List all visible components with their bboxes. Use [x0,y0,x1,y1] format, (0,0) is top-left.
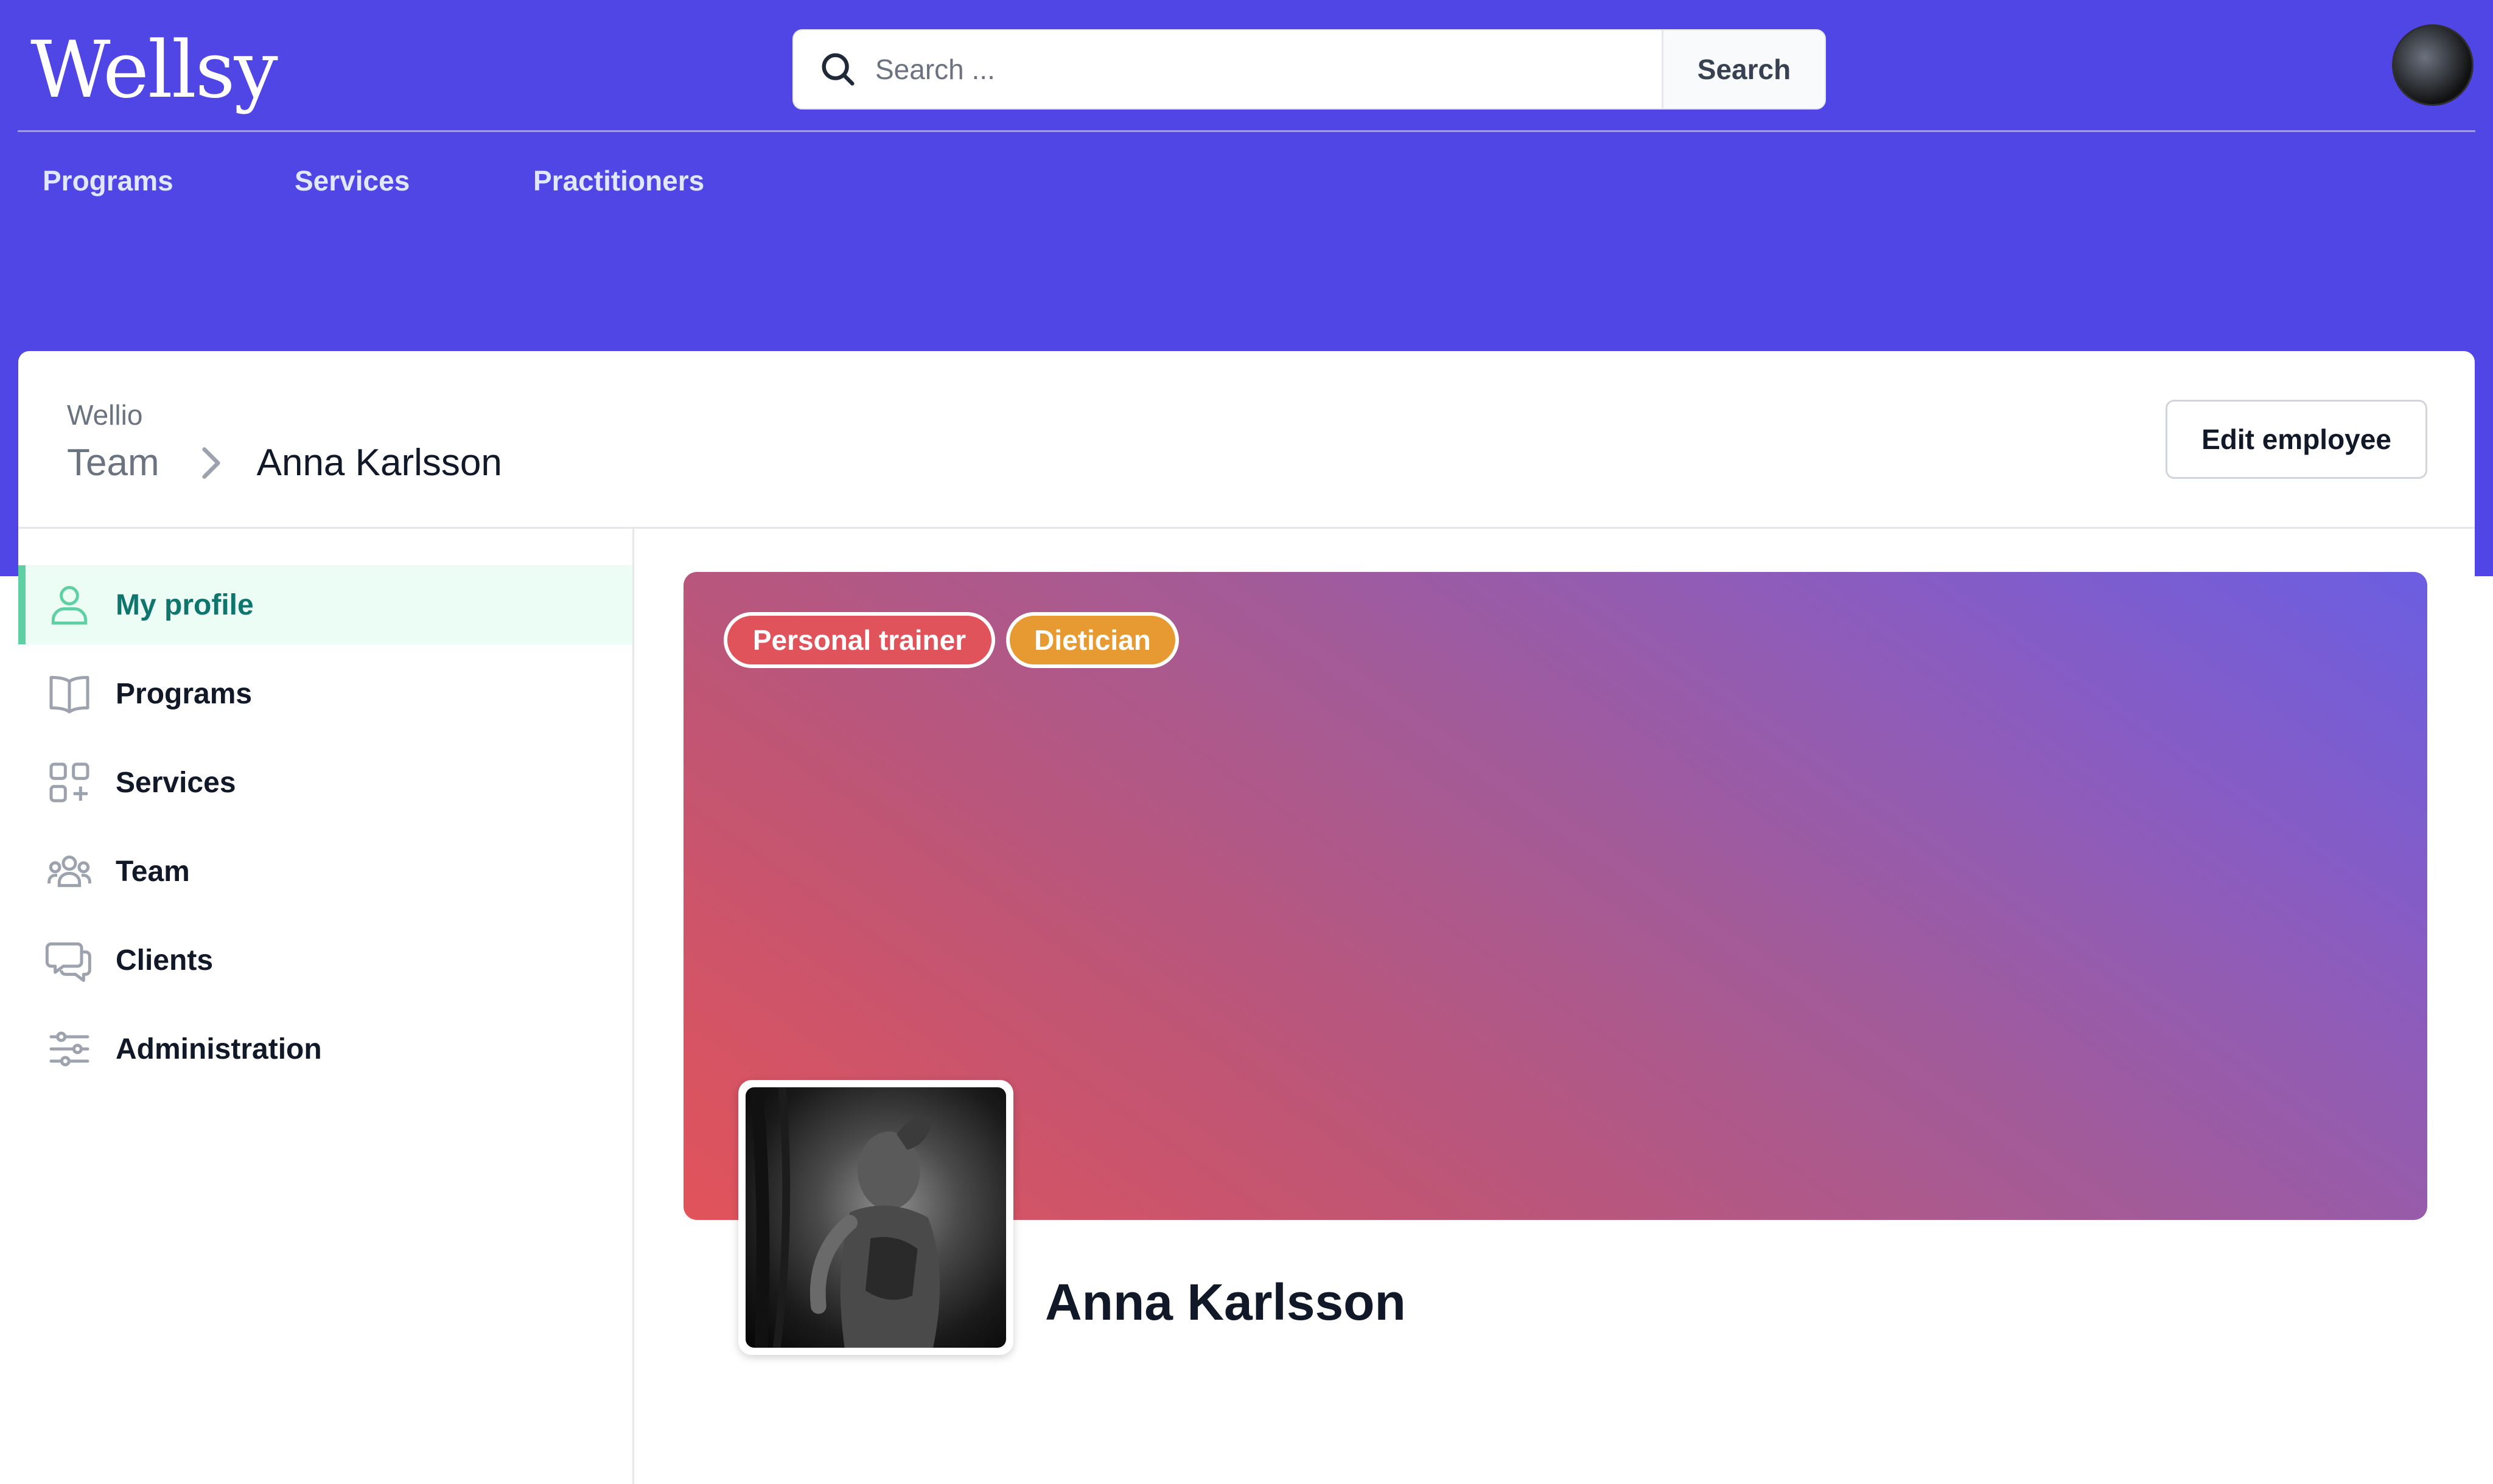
sidebar-item-team[interactable]: Team [18,832,632,911]
top-nav-services[interactable]: Services [295,164,410,197]
search-input[interactable] [859,30,1662,108]
edit-employee-button[interactable]: Edit employee [2166,400,2427,479]
page-title: Anna Karlsson [256,442,502,484]
profile-name: Anna Karlsson [1045,1273,1406,1331]
users-icon [47,855,91,887]
profile-photo-image [746,1087,1006,1348]
sidebar-item-label: Programs [116,677,253,710]
page-header: Wellio Team Anna Karlsson Edit employee [18,351,2475,529]
search-bar: Search [792,29,1826,110]
sidebar-item-label: Services [116,766,236,799]
app-logo[interactable]: Wellsy [30,22,278,119]
sliders-icon [49,1031,89,1067]
sidebar-item-label: Clients [116,944,214,977]
search-icon [822,53,855,86]
breadcrumb-team-link[interactable]: Team [67,441,159,484]
book-icon [49,675,89,714]
sidebar-item-clients[interactable]: Clients [18,921,632,1000]
sidebar-item-label: My profile [116,588,254,621]
top-nav-programs[interactable]: Programs [43,164,173,197]
user-avatar[interactable] [2392,24,2474,106]
user-icon [51,586,88,625]
sidebar-item-my-profile[interactable]: My profile [18,565,632,644]
sidebar: My profile Programs Services Team Client… [18,529,634,1484]
header-divider [18,130,2475,132]
sidebar-item-label: Administration [116,1033,322,1065]
sidebar-item-label: Team [116,855,190,888]
sidebar-item-services[interactable]: Services [18,743,632,822]
search-button[interactable]: Search [1662,30,1825,108]
breadcrumb: Team Anna Karlsson [67,441,502,484]
sidebar-item-administration[interactable]: Administration [18,1009,632,1089]
top-nav-practitioners[interactable]: Practitioners [533,164,704,197]
tag-dietician: Dietician [1006,612,1179,668]
profile-photo [738,1080,1013,1355]
athlete-silhouette [749,1087,940,1348]
chevron-right-icon [201,447,220,479]
breadcrumb-root: Wellio [67,399,143,431]
sidebar-item-programs[interactable]: Programs [18,654,632,733]
chat-icon [45,942,91,982]
tag-personal-trainer: Personal trainer [724,612,995,668]
grid-plus-icon [49,762,89,803]
